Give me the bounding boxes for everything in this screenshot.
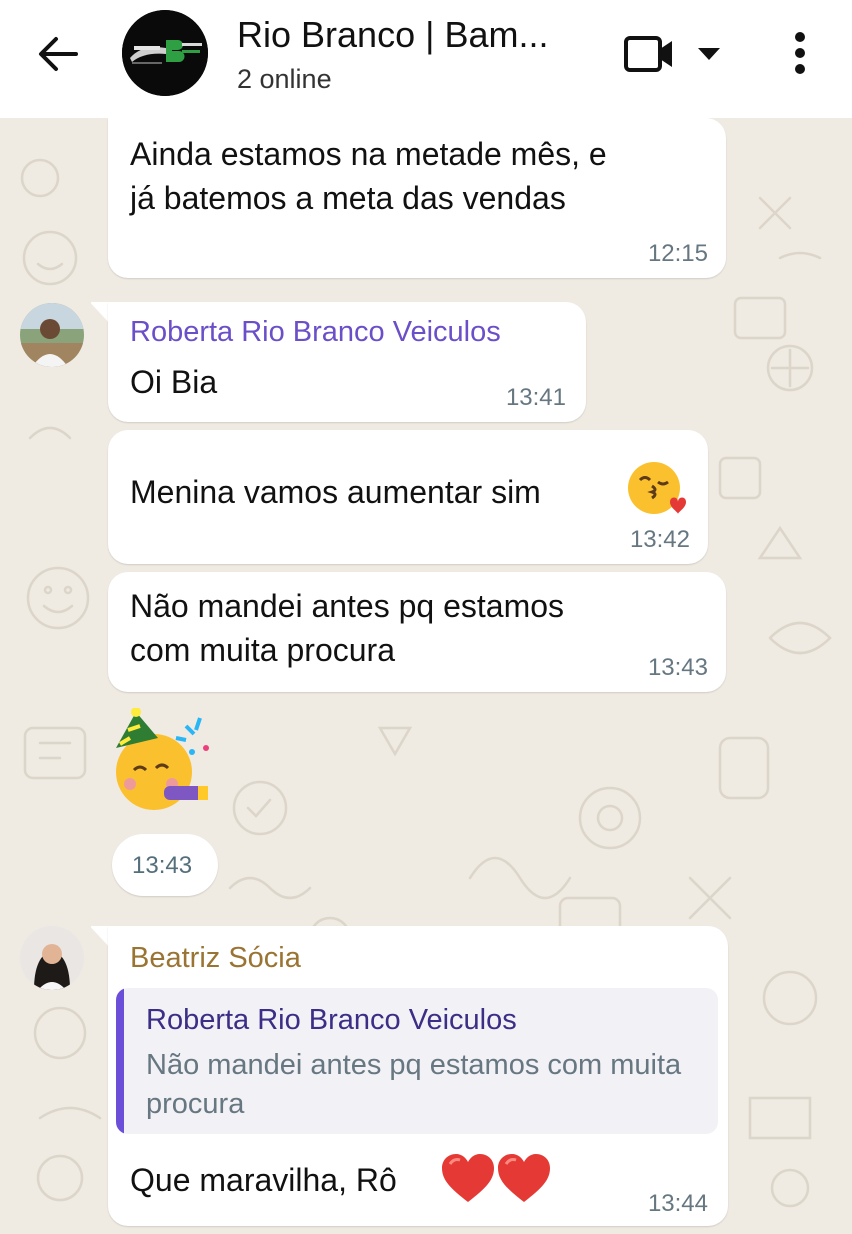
arrow-left-icon [39,37,78,71]
message-sender[interactable]: Roberta Rio Branco Veiculos [130,316,501,349]
message-text-line: Não mandei antes pq estamos [130,588,565,624]
message-time: 13:41 [505,384,566,411]
group-avatar[interactable] [122,10,208,96]
message-text-line: já batemos a meta das vendas [130,180,566,216]
beatriz-avatar-image [20,926,84,990]
message-time: 13:42 [629,526,690,553]
message-time: 12:15 [647,240,708,267]
quoted-message[interactable]: Roberta Rio Branco Veiculos Não mandei a… [116,988,718,1134]
partying-face-icon [116,707,209,810]
chat-subtitle: 2 online [237,64,332,94]
chat-title[interactable]: Rio Branco | Bam... [237,14,548,56]
message-sender[interactable]: Beatriz Sócia [130,942,301,975]
message-text: Menina vamos aumentar sim [130,474,541,510]
red-heart-icon [498,1154,550,1202]
roberta-avatar-image [20,303,84,367]
kissing-face-with-heart-icon [628,462,686,514]
message-time: 13:43 [647,654,708,681]
message-text-line: Ainda estamos na metade mês, e [130,136,607,172]
sticker-time-bubble: 13:43 [112,834,218,896]
chevron-down-icon [698,48,720,60]
video-camera-icon [624,36,672,72]
avatar[interactable] [20,303,84,367]
red-heart-icon [442,1154,494,1202]
message-text: Oi Bia [130,364,218,400]
message-bubble[interactable]: Roberta Rio Branco Veiculos Oi Bia 13:41 [108,302,586,422]
quote-accent-bar [116,988,124,1134]
chat-header: Rio Branco | Bam... 2 online [0,0,852,118]
group-logo [122,10,208,96]
message-text-line: com muita procura [130,632,395,668]
message-text: Que maravilha, Rô [130,1162,397,1198]
message-list[interactable]: Ainda estamos na metade mês, e já batemo… [0,118,852,1234]
message-bubble[interactable]: Menina vamos aumentar sim 13:42 [108,430,708,564]
more-vertical-icon [795,32,805,74]
quoted-sender: Roberta Rio Branco Veiculos [146,1004,517,1036]
quoted-text: Não mandei antes pq estamos com muita pr… [146,1049,682,1120]
message-time: 13:43 [132,852,193,879]
back-button[interactable] [30,30,86,78]
message-time: 13:44 [647,1190,708,1217]
video-call-button[interactable] [622,32,726,76]
message-bubble[interactable]: Não mandei antes pq estamos com muita pr… [108,572,726,692]
sticker-message[interactable] [106,707,216,818]
message-bubble[interactable]: Ainda estamos na metade mês, e já batemo… [108,118,726,278]
avatar[interactable] [20,926,84,990]
more-options-button[interactable] [780,28,820,78]
